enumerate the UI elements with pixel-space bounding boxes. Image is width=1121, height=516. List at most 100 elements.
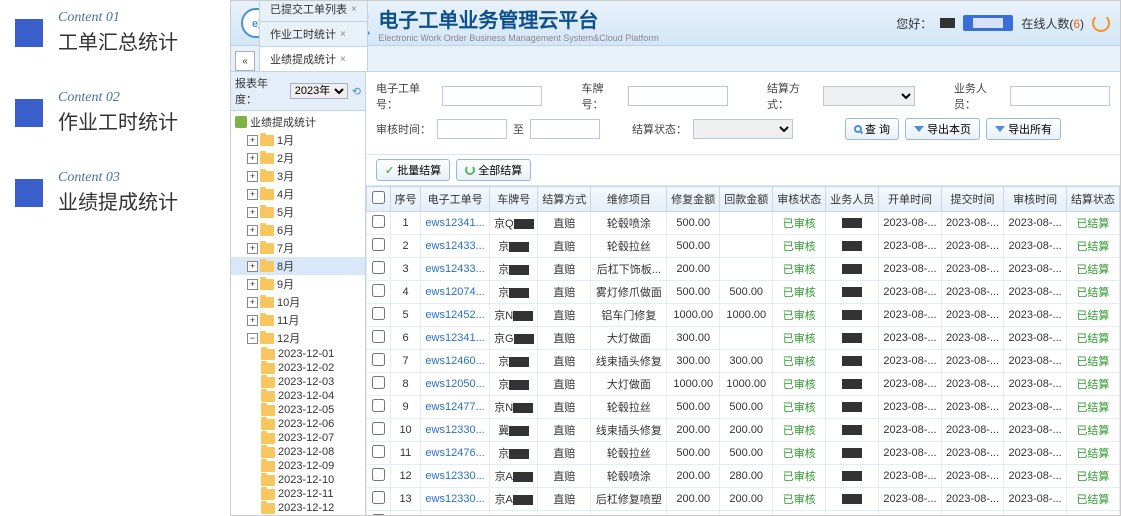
- cell-order-link[interactable]: ews12452...: [421, 304, 490, 327]
- year-select[interactable]: 2023年: [290, 83, 348, 99]
- col-header[interactable]: 提交时间: [941, 187, 1004, 212]
- tree-day[interactable]: 2023-12-09: [231, 459, 365, 473]
- tab-0[interactable]: 已提交工单列表×: [259, 0, 368, 21]
- cell-order-link[interactable]: ews12074...: [421, 281, 490, 304]
- audit-from-input[interactable]: [437, 119, 507, 139]
- cell-order-link[interactable]: ews12433...: [421, 258, 490, 281]
- select-all-checkbox[interactable]: [372, 191, 385, 204]
- cell-order-link[interactable]: ews12330...: [421, 488, 490, 511]
- export-page-button[interactable]: 导出本页: [905, 118, 980, 140]
- row-checkbox[interactable]: [372, 215, 385, 228]
- row-checkbox[interactable]: [372, 514, 385, 515]
- col-header[interactable]: 审核时间: [1004, 187, 1067, 212]
- row-checkbox[interactable]: [372, 376, 385, 389]
- tree-month-2[interactable]: +2月: [231, 149, 365, 167]
- close-icon[interactable]: ×: [351, 4, 357, 15]
- toggle-icon[interactable]: −: [247, 333, 258, 344]
- toggle-icon[interactable]: +: [247, 171, 258, 182]
- tab-2[interactable]: 业绩提成统计×: [259, 46, 368, 71]
- col-header[interactable]: 开单时间: [879, 187, 942, 212]
- cell-order-link[interactable]: ews12330...: [421, 511, 490, 516]
- audit-to-input[interactable]: [530, 119, 600, 139]
- batch-settle-button[interactable]: ✓批量结算: [376, 159, 450, 181]
- col-header[interactable]: 结算状态: [1066, 187, 1119, 212]
- col-header[interactable]: 结算方式: [538, 187, 591, 212]
- toggle-icon[interactable]: +: [247, 261, 258, 272]
- order-no-input[interactable]: [442, 86, 542, 106]
- row-checkbox[interactable]: [372, 238, 385, 251]
- toggle-icon[interactable]: +: [247, 135, 258, 146]
- tree-day[interactable]: 2023-12-05: [231, 403, 365, 417]
- export-all-button[interactable]: 导出所有: [986, 118, 1061, 140]
- tree-day[interactable]: 2023-12-11: [231, 487, 365, 501]
- settle-status-select[interactable]: [693, 119, 793, 139]
- row-checkbox[interactable]: [372, 399, 385, 412]
- tab-1[interactable]: 作业工时统计×: [259, 21, 368, 46]
- tree-month-4[interactable]: +4月: [231, 185, 365, 203]
- tree-month-7[interactable]: +7月: [231, 239, 365, 257]
- tree-day[interactable]: 2023-12-07: [231, 431, 365, 445]
- all-settle-button[interactable]: 全部结算: [456, 159, 531, 181]
- tree-month-8[interactable]: +8月: [231, 257, 365, 275]
- col-header[interactable]: 序号: [391, 187, 421, 212]
- staff-input[interactable]: [1010, 86, 1110, 106]
- cell-order-link[interactable]: ews12341...: [421, 212, 490, 235]
- cell-order-link[interactable]: ews12433...: [421, 235, 490, 258]
- tab-prev-icon[interactable]: «: [235, 51, 255, 71]
- col-header[interactable]: 回款金额: [720, 187, 773, 212]
- toggle-icon[interactable]: +: [247, 315, 258, 326]
- user-badge[interactable]: [963, 15, 1013, 31]
- row-checkbox[interactable]: [372, 261, 385, 274]
- cell-order-link[interactable]: ews12330...: [421, 419, 490, 442]
- col-header[interactable]: [367, 187, 391, 212]
- tree-day[interactable]: 2023-12-01: [231, 347, 365, 361]
- search-button[interactable]: 查 询: [845, 118, 899, 140]
- col-header[interactable]: 业务人员: [826, 187, 879, 212]
- tree-month-10[interactable]: +10月: [231, 293, 365, 311]
- toggle-icon[interactable]: +: [247, 153, 258, 164]
- tree-month-12[interactable]: −12月: [231, 329, 365, 347]
- row-checkbox[interactable]: [372, 422, 385, 435]
- toggle-icon[interactable]: +: [247, 225, 258, 236]
- row-checkbox[interactable]: [372, 468, 385, 481]
- toggle-icon[interactable]: +: [247, 189, 258, 200]
- cell-order-link[interactable]: ews12477...: [421, 396, 490, 419]
- row-checkbox[interactable]: [372, 353, 385, 366]
- tree-month-1[interactable]: +1月: [231, 131, 365, 149]
- row-checkbox[interactable]: [372, 330, 385, 343]
- cell-order-link[interactable]: ews12050...: [421, 373, 490, 396]
- col-header[interactable]: 修复金额: [667, 187, 720, 212]
- tree-month-11[interactable]: +11月: [231, 311, 365, 329]
- tree-day[interactable]: 2023-12-08: [231, 445, 365, 459]
- cell-order-link[interactable]: ews12341...: [421, 327, 490, 350]
- cell-order-link[interactable]: ews12476...: [421, 442, 490, 465]
- tree-day[interactable]: 2023-12-02: [231, 361, 365, 375]
- tree-month-6[interactable]: +6月: [231, 221, 365, 239]
- cell-order-link[interactable]: ews12330...: [421, 465, 490, 488]
- tree-month-3[interactable]: +3月: [231, 167, 365, 185]
- cell-order-link[interactable]: ews12460...: [421, 350, 490, 373]
- tree-month-9[interactable]: +9月: [231, 275, 365, 293]
- col-header[interactable]: 审核状态: [773, 187, 826, 212]
- col-header[interactable]: 维修项目: [591, 187, 667, 212]
- row-checkbox[interactable]: [372, 491, 385, 504]
- toggle-icon[interactable]: +: [247, 297, 258, 308]
- col-header[interactable]: 车牌号: [490, 187, 538, 212]
- tree-refresh-icon[interactable]: ⟲: [352, 85, 361, 98]
- row-checkbox[interactable]: [372, 284, 385, 297]
- toggle-icon[interactable]: +: [247, 279, 258, 290]
- tree-day[interactable]: 2023-12-03: [231, 375, 365, 389]
- col-header[interactable]: 电子工单号: [421, 187, 490, 212]
- row-checkbox[interactable]: [372, 445, 385, 458]
- tree-day[interactable]: 2023-12-12: [231, 501, 365, 515]
- refresh-icon[interactable]: [1092, 14, 1110, 32]
- row-checkbox[interactable]: [372, 307, 385, 320]
- plate-input[interactable]: [628, 86, 728, 106]
- close-icon[interactable]: ×: [340, 29, 346, 40]
- tree-day[interactable]: 2023-12-10: [231, 473, 365, 487]
- tree-day[interactable]: 2023-12-04: [231, 389, 365, 403]
- toggle-icon[interactable]: +: [247, 243, 258, 254]
- toggle-icon[interactable]: +: [247, 207, 258, 218]
- data-grid[interactable]: 序号电子工单号车牌号结算方式维修项目修复金额回款金额审核状态业务人员开单时间提交…: [366, 186, 1120, 515]
- tree-root[interactable]: 业绩提成统计: [231, 113, 365, 131]
